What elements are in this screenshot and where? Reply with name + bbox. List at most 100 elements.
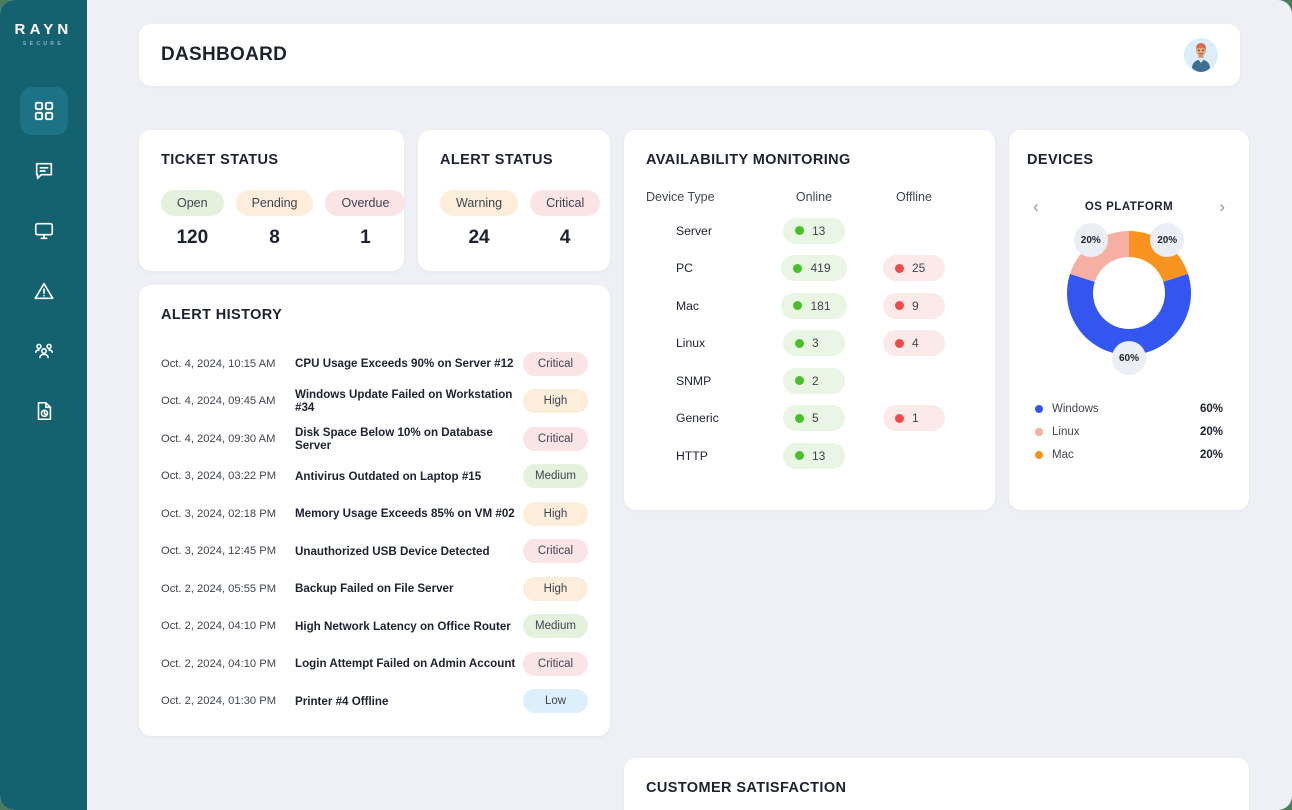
alert-message: Unauthorized USB Device Detected xyxy=(295,544,490,558)
offline-count-pill: 1 xyxy=(883,405,945,432)
device-type-label: Server xyxy=(676,223,712,238)
sidebar-item-devices[interactable] xyxy=(20,207,68,255)
ticket-pending-value: 8 xyxy=(269,227,280,248)
status-dot xyxy=(895,301,904,311)
offline-cell: 25 xyxy=(864,255,964,282)
alert-status-title: ALERT STATUS xyxy=(440,152,554,168)
availability-list: Server 13 PC 419 25 Mac 181 9 Linux 3 4 SNMP 2 Generi… xyxy=(646,212,973,475)
grid-icon xyxy=(33,100,55,122)
online-cell: 419 xyxy=(764,255,864,282)
alert-date: Oct. 4, 2024, 10:15 AM xyxy=(161,357,276,370)
alert-history-row[interactable]: Oct. 4, 2024, 09:45 AM Windows Update Fai… xyxy=(161,383,588,421)
ticket-pending-label: Pending xyxy=(235,190,314,216)
alert-history-row[interactable]: Oct. 4, 2024, 09:30 AM Disk Space Below 1… xyxy=(161,420,588,458)
ticket-open-label: Open xyxy=(161,190,224,216)
chevron-left-icon[interactable]: ‹ xyxy=(1033,198,1039,215)
alert-history-card: ALERT HISTORY Oct. 4, 2024, 10:15 AM CPU … xyxy=(139,285,610,736)
alert-message: Backup Failed on File Server xyxy=(295,582,454,596)
legend-row[interactable]: Windows 60% xyxy=(1035,397,1223,420)
ticket-status-title: TICKET STATUS xyxy=(161,152,279,168)
device-type-label: SNMP xyxy=(676,373,712,388)
availability-row[interactable]: Linux 3 4 xyxy=(646,325,973,363)
legend-value: 20% xyxy=(1199,448,1223,461)
alert-severity-badge: Critical xyxy=(523,426,588,451)
online-cell: 3 xyxy=(764,330,864,357)
alert-severity-badge: High xyxy=(523,501,588,526)
sidebar-item-alerts[interactable] xyxy=(20,267,68,315)
monitor-icon xyxy=(33,220,55,242)
alert-history-row[interactable]: Oct. 3, 2024, 03:22 PM Antivirus Outdated… xyxy=(161,458,588,496)
online-cell: 13 xyxy=(764,217,864,244)
alert-message: Windows Update Failed on Workstation #34 xyxy=(295,388,513,415)
legend-row[interactable]: Mac 20% xyxy=(1035,443,1223,466)
legend-row[interactable]: Linux 20% xyxy=(1035,420,1223,443)
device-type-label: Generic xyxy=(676,411,719,426)
app-window: RAYN SECURE DASHBOARD TICKET STATUS Open… xyxy=(0,0,1292,810)
chat-icon xyxy=(33,160,55,182)
alert-history-row[interactable]: Oct. 2, 2024, 01:30 PM Printer #4 Offline… xyxy=(161,683,588,721)
alert-history-row[interactable]: Oct. 4, 2024, 10:15 AM CPU Usage Exceeds … xyxy=(161,345,588,383)
brand-logo[interactable]: RAYN SECURE xyxy=(15,22,73,47)
sidebar-item-dashboard[interactable] xyxy=(19,87,68,135)
status-dot xyxy=(795,226,804,236)
alert-date: Oct. 4, 2024, 09:45 AM xyxy=(161,395,276,408)
offline-cell: 1 xyxy=(864,405,964,432)
legend-value: 20% xyxy=(1199,425,1223,438)
brand-name: RAYN xyxy=(14,21,73,38)
status-dot xyxy=(895,338,904,348)
availability-row[interactable]: PC 419 25 xyxy=(646,250,973,288)
alert-history-title: ALERT HISTORY xyxy=(161,307,283,323)
avatar[interactable] xyxy=(1184,38,1218,72)
alert-history-row[interactable]: Oct. 3, 2024, 12:45 PM Unauthorized USB D… xyxy=(161,533,588,571)
alert-message: High Network Latency on Office Router xyxy=(295,619,511,633)
alert-severity-badge: Medium xyxy=(523,614,588,639)
sidebar-item-users[interactable] xyxy=(20,327,68,375)
alert-status-item[interactable]: Critical 4 xyxy=(530,190,601,249)
devices-title: DEVICES xyxy=(1027,152,1094,168)
alert-history-row[interactable]: Oct. 2, 2024, 04:10 PM Login Attempt Fail… xyxy=(161,645,588,683)
status-dot xyxy=(895,413,904,423)
online-count-pill: 181 xyxy=(781,292,847,319)
alert-status-item[interactable]: Warning 24 xyxy=(440,190,519,249)
alert-date: Oct. 2, 2024, 04:10 PM xyxy=(161,620,277,633)
count-value: 3 xyxy=(812,336,819,351)
alert-history-row[interactable]: Oct. 2, 2024, 05:55 PM Backup Failed on F… xyxy=(161,570,588,608)
sidebar-item-messages[interactable] xyxy=(20,147,68,195)
ticket-status-item[interactable]: Open 120 xyxy=(161,190,224,249)
alert-date: Oct. 3, 2024, 03:22 PM xyxy=(161,470,277,483)
count-value: 2 xyxy=(812,373,819,388)
ticket-status-item[interactable]: Pending 8 xyxy=(235,190,314,249)
alert-severity-badge: Critical xyxy=(523,351,588,376)
alert-severity-badge: Medium xyxy=(523,464,588,489)
donut-label-windows: 60% xyxy=(1112,341,1146,375)
warning-triangle-icon xyxy=(33,280,55,302)
online-cell: 181 xyxy=(764,292,864,319)
count-value: 4 xyxy=(912,336,919,351)
ticket-status-item[interactable]: Overdue 1 xyxy=(325,190,406,249)
alert-severity-badge: Critical xyxy=(523,651,588,676)
alert-status-card: ALERT STATUS Warning 24 Critical 4 xyxy=(418,130,610,271)
sidebar-item-reports[interactable] xyxy=(20,387,68,435)
alert-severity-badge: High xyxy=(523,576,588,601)
sidebar: RAYN SECURE xyxy=(0,0,87,810)
alert-critical-label: Critical xyxy=(530,190,601,216)
alert-date: Oct. 2, 2024, 04:10 PM xyxy=(161,657,277,670)
availability-header: Device Type Online Offline xyxy=(646,190,973,204)
availability-row[interactable]: HTTP 13 xyxy=(646,437,973,475)
alert-history-row[interactable]: Oct. 2, 2024, 04:10 PM High Network Laten… xyxy=(161,608,588,646)
satisfaction-card: CUSTOMER SATISFACTION 4.3 Overall Satisf… xyxy=(624,758,1249,810)
brand-tagline: SECURE xyxy=(22,41,65,47)
main-content: DASHBOARD TICKET STATUS Open 120 Pending… xyxy=(87,0,1292,810)
availability-title: AVAILABILITY MONITORING xyxy=(646,152,851,168)
availability-row[interactable]: Mac 181 9 xyxy=(646,287,973,325)
chevron-right-icon[interactable]: › xyxy=(1219,198,1225,215)
alert-status-items: Warning 24 Critical 4 xyxy=(440,190,601,249)
availability-row[interactable]: Server 13 xyxy=(646,212,973,250)
alert-date: Oct. 3, 2024, 02:18 PM xyxy=(161,507,277,520)
page-title: DASHBOARD xyxy=(161,44,288,65)
availability-row[interactable]: SNMP 2 xyxy=(646,362,973,400)
alert-history-row[interactable]: Oct. 3, 2024, 02:18 PM Memory Usage Excee… xyxy=(161,495,588,533)
device-type-label: HTTP xyxy=(676,448,708,463)
availability-row[interactable]: Generic 5 1 xyxy=(646,400,973,438)
legend-label: Mac xyxy=(1052,448,1074,461)
